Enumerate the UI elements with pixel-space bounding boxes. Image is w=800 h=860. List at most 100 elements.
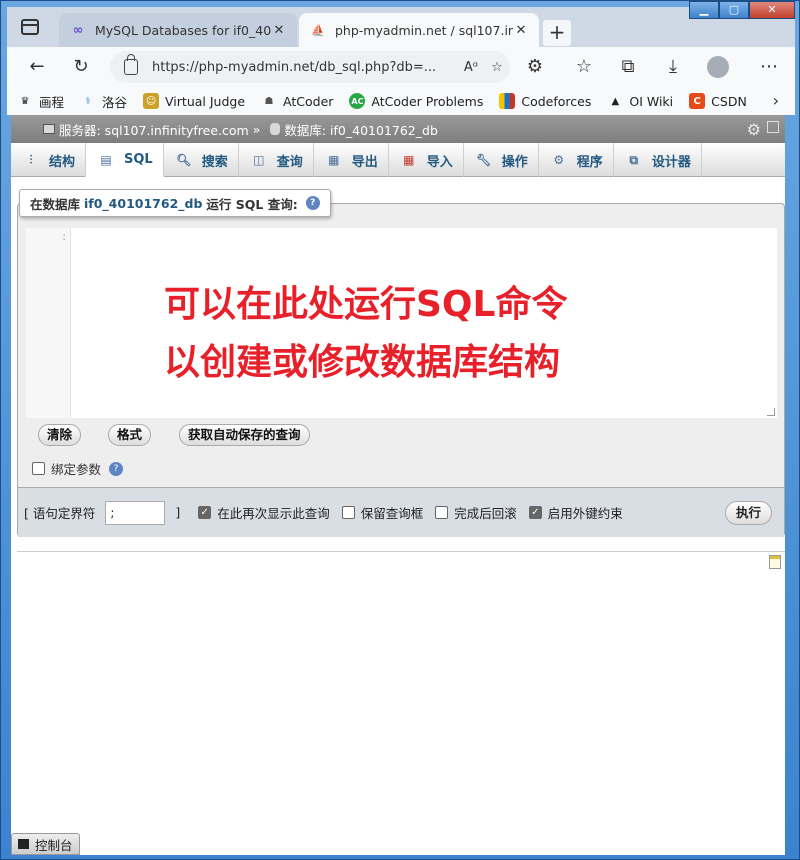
help-icon[interactable]: ? (109, 461, 124, 476)
pma-menu-tabs: ⫶ 结构 ▤ SQL 🔍︎ 搜索 ◫ 查询 ▦ 导出 ▦ 导入 🔧︎ 操作 ⚙ … (11, 143, 785, 177)
back-arrow-icon[interactable]: ← (23, 53, 51, 81)
bookmark-item[interactable]: Codeforces (499, 93, 591, 109)
tab-strip: ∞ MySQL Databases for if0_4010176 ✕ ⛵ ph… (7, 1, 795, 47)
browser-chrome: ∞ MySQL Databases for if0_4010176 ✕ ⛵ ph… (7, 1, 795, 115)
bookmark-item[interactable]: ▲ OI Wiki (607, 93, 674, 109)
tab-sql[interactable]: ▤ SQL (86, 143, 164, 177)
chevron-right-icon[interactable]: › (773, 91, 779, 110)
ac-icon: AC (349, 93, 366, 109)
close-tab-icon[interactable]: ✕ (513, 23, 529, 38)
close-tab-icon[interactable]: ✕ (271, 23, 287, 38)
option-label: 保留查询框 (360, 506, 424, 521)
refresh-icon[interactable]: ↻ (67, 53, 95, 81)
favorites-icon[interactable]: ☆ (570, 53, 598, 81)
browser-tab-mysql[interactable]: ∞ MySQL Databases for if0_4010176 ✕ (59, 13, 297, 47)
bookmark-label: 画程 (39, 94, 65, 110)
browser-tab-phpmyadmin[interactable]: ⛵ php-myadmin.net / sql107.infinit ✕ (299, 13, 539, 47)
navigation-toolbar: ← ↻ https://php-myadmin.net/db_sql.php?d… (7, 47, 795, 87)
tab-title: MySQL Databases for if0_4010176 (95, 22, 271, 38)
show-query-checkbox[interactable]: ✓ (198, 506, 212, 519)
option-label: 在此再次显示此查询 (217, 506, 330, 521)
annotation-overlay: 可以在此处运行SQL命令 以创建或修改数据库结构 (164, 276, 567, 392)
tab-export[interactable]: ▦ 导出 (314, 143, 389, 177)
divider (17, 551, 785, 552)
bookmark-note-icon[interactable] (769, 555, 781, 569)
collapse-icon[interactable] (767, 121, 779, 133)
more-menu-icon[interactable]: ⋯ (755, 53, 783, 81)
bookmark-label: 洛谷 (102, 94, 128, 110)
delimiter-input[interactable]: ; (105, 500, 166, 525)
tab-title: php-myadmin.net / sql107.infinit (335, 22, 513, 38)
tab-routines[interactable]: ⚙ 程序 (539, 143, 614, 177)
collections-icon[interactable]: ⧉ (614, 53, 642, 81)
format-button[interactable]: 格式 (108, 424, 152, 446)
sql-query-panel: : 可以在此处运行SQL命令 以创建或修改数据库结构 清除 格式 获取自动保存的… (17, 203, 785, 537)
csdn-icon: C (689, 93, 706, 109)
help-icon[interactable]: ? (305, 196, 320, 210)
retain-box-checkbox[interactable] (341, 506, 355, 519)
tab-label: 操作 (501, 154, 528, 170)
read-aloud-icon[interactable]: Aᵅ (458, 60, 484, 75)
maximize-button[interactable]: ▢ (719, 1, 749, 19)
tab-import[interactable]: ▦ 导入 (389, 143, 464, 177)
bookmark-item[interactable]: ⚕ 洛谷 (80, 92, 127, 111)
bookmark-label: CSDN (711, 93, 747, 109)
new-tab-button[interactable]: + (543, 20, 571, 46)
legend-db-name[interactable]: if0_40101762_db (84, 196, 202, 211)
option-rollback[interactable]: 完成后回滚 (435, 503, 517, 522)
profile-avatar[interactable] (707, 56, 729, 78)
resize-handle[interactable] (767, 408, 775, 416)
sql-icon: ▤ (100, 152, 112, 167)
rollback-checkbox[interactable] (435, 506, 449, 519)
tab-designer[interactable]: ⧉ 设计器 (614, 143, 702, 177)
option-show-query[interactable]: ✓ 在此再次显示此查询 (198, 503, 330, 522)
annotation-line-2: 以创建或修改数据库结构 (164, 342, 561, 383)
vjudge-icon: ☺ (143, 93, 160, 109)
bookmark-item[interactable]: ♛ 画程 (17, 92, 65, 111)
tab-actions-icon[interactable] (21, 19, 39, 35)
url-text[interactable]: https://php-myadmin.net/db_sql.php?db=..… (152, 60, 458, 75)
tab-label: SQL (124, 152, 153, 167)
bind-params-checkbox[interactable] (32, 462, 45, 475)
extensions-icon[interactable]: ⚙ (521, 53, 549, 81)
console-toggle[interactable]: 控制台 (11, 833, 80, 855)
server-link[interactable]: 服务器: sql107.infinityfree.com (59, 120, 249, 139)
bookmark-item[interactable]: ☺ Virtual Judge (143, 93, 245, 109)
infinity-icon: ∞ (72, 22, 84, 38)
bookmark-item[interactable]: AC AtCoder Problems (349, 93, 483, 109)
console-label: 控制台 (35, 837, 73, 853)
option-foreign-keys[interactable]: ✓ 启用外键约束 (528, 503, 623, 522)
gear-icon[interactable]: ⚙ (747, 120, 761, 139)
tab-operations[interactable]: 🔧︎ 操作 (464, 143, 539, 177)
execute-button[interactable]: 执行 (724, 501, 772, 525)
pma-icon: ⛵ (311, 23, 325, 37)
bookmark-item[interactable]: ☗ AtCoder (261, 93, 334, 109)
foreign-keys-checkbox[interactable]: ✓ (528, 506, 542, 519)
add-favorite-icon[interactable]: ☆ (484, 60, 510, 75)
tab-structure[interactable]: ⫶ 结构 (11, 143, 87, 177)
database-icon (270, 123, 281, 135)
close-window-button[interactable]: ✕ (749, 1, 795, 19)
bookmark-item[interactable]: C CSDN (689, 93, 747, 109)
bind-params-label: 绑定参数 (51, 462, 102, 477)
address-bar[interactable]: https://php-myadmin.net/db_sql.php?db=..… (110, 51, 510, 83)
tab-search[interactable]: 🔍︎ 搜索 (164, 143, 239, 177)
downloads-icon[interactable]: ⤓ (659, 53, 687, 81)
minimize-button[interactable]: ▁ (689, 1, 719, 19)
tab-query[interactable]: ◫ 查询 (239, 143, 314, 177)
console-icon (18, 839, 29, 849)
luogu-icon: ⚕ (85, 95, 91, 107)
tab-label: 结构 (49, 154, 76, 170)
bookmark-label: AtCoder (283, 93, 334, 109)
tab-label: 查询 (276, 154, 303, 170)
database-link[interactable]: 数据库: if0_40101762_db (284, 120, 438, 139)
crown-icon: ♛ (20, 95, 30, 107)
autosave-query-button[interactable]: 获取自动保存的查询 (179, 424, 310, 446)
option-retain-box[interactable]: 保留查询框 (341, 503, 424, 522)
clear-button[interactable]: 清除 (38, 424, 82, 446)
tab-label: 搜索 (201, 154, 228, 170)
lock-icon[interactable] (124, 54, 138, 75)
tab-label: 设计器 (651, 154, 691, 170)
sql-editor[interactable]: : 可以在此处运行SQL命令 以创建或修改数据库结构 (26, 228, 777, 418)
bookmark-label: OI Wiki (629, 93, 674, 109)
